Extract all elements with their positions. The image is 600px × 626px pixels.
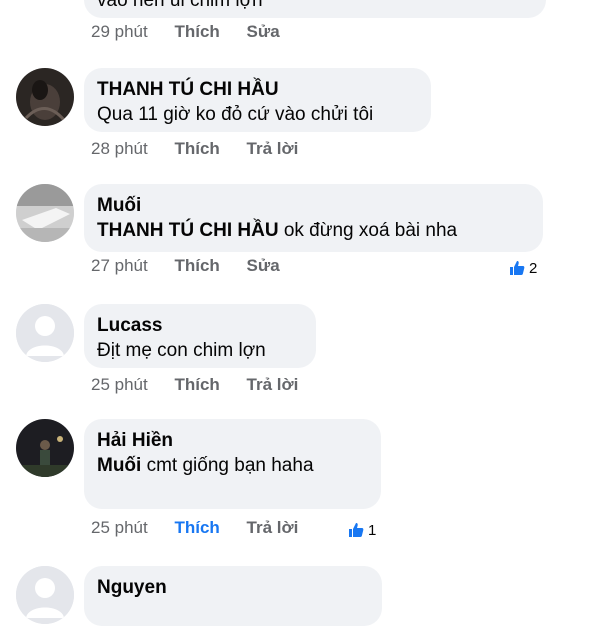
reaction-summary[interactable]: 2 [508, 259, 537, 277]
comment-bubble[interactable]: Lucass Địt mẹ con chim lợn [84, 304, 316, 368]
avatar[interactable] [16, 68, 74, 126]
comment-body: cmt giống bạn haha [146, 455, 314, 476]
edit-button[interactable]: Sửa [247, 256, 280, 275]
mention-tag[interactable]: Muối [97, 455, 141, 476]
reply-button[interactable]: Trả lời [247, 139, 299, 158]
edit-button[interactable]: Sửa [247, 22, 280, 41]
avatar[interactable] [16, 566, 74, 624]
like-button-active[interactable]: Thích [174, 518, 219, 537]
comment-body: ok đừng xoá bài nha [283, 220, 458, 241]
comment-time[interactable]: 25 phút [91, 518, 148, 537]
like-reaction-icon [508, 259, 526, 277]
comment-bubble[interactable]: Muối THANH TÚ CHI HẦU ok đừng xoá bài nh… [84, 184, 543, 252]
comment-actions: 27 phút Thích Sửa [91, 256, 302, 276]
comment-text: Muối cmt giống bạn haha [97, 453, 368, 479]
comment-author[interactable]: Lucass [97, 314, 303, 338]
comment-author[interactable]: THANH TÚ CHI HẦU [97, 78, 418, 102]
like-button[interactable]: Thích [174, 22, 219, 41]
comment-author[interactable]: Nguyen [97, 576, 369, 600]
avatar[interactable] [16, 184, 74, 242]
reply-button[interactable]: Trả lời [247, 375, 299, 394]
comment-text: THANH TÚ CHI HẦU ok đừng xoá bài nha [97, 218, 530, 244]
like-reaction-icon [347, 521, 365, 539]
reaction-summary[interactable]: 1 [347, 521, 376, 539]
reaction-count: 1 [368, 521, 377, 539]
comment-time[interactable]: 27 phút [91, 256, 148, 275]
mention-tag[interactable]: THANH TÚ CHI HẦU [97, 220, 279, 241]
comment-time[interactable]: 28 phút [91, 139, 148, 158]
avatar[interactable] [16, 304, 74, 362]
avatar-photo-dark [16, 68, 74, 126]
comment-time[interactable]: 29 phút [91, 22, 148, 41]
reaction-count: 2 [529, 259, 538, 277]
comment-text: Qua 11 giờ ko đỏ cứ vào chửi tôi [97, 104, 374, 125]
comment-bubble[interactable]: Nguyen [84, 566, 382, 626]
comment-actions: 28 phút Thích Trả lời [91, 139, 320, 159]
reply-button[interactable]: Trả lời [247, 518, 299, 537]
default-avatar-icon [16, 304, 74, 362]
comment-text: Địt mẹ con chim lợn [97, 340, 266, 361]
comment-author[interactable]: Muối [97, 194, 530, 218]
comment-time[interactable]: 25 phút [91, 375, 148, 394]
comment-bubble[interactable]: Hải Hiền Muối cmt giống bạn haha [84, 419, 381, 509]
comment-author[interactable]: Hải Hiền [97, 429, 368, 453]
comment-actions: 25 phút Thích Trả lời [91, 375, 320, 395]
like-button[interactable]: Thích [174, 375, 219, 394]
avatar-photo-light [16, 184, 74, 242]
comment-bubble[interactable]: THANH TÚ CHI HẦU Qua 11 giờ ko đỏ cứ vào… [84, 68, 431, 132]
default-avatar-icon [16, 566, 74, 624]
avatar-photo-night [16, 419, 74, 477]
comment-actions: 29 phút Thích Sửa [91, 22, 302, 42]
comment-actions: 25 phút Thích Trả lời [91, 518, 320, 538]
avatar[interactable] [16, 419, 74, 477]
comment-text: vào nên ủi chim lợn [97, 0, 263, 11]
like-button[interactable]: Thích [174, 256, 219, 275]
like-button[interactable]: Thích [174, 139, 219, 158]
comment-bubble[interactable]: vào nên ủi chim lợn [84, 0, 546, 18]
